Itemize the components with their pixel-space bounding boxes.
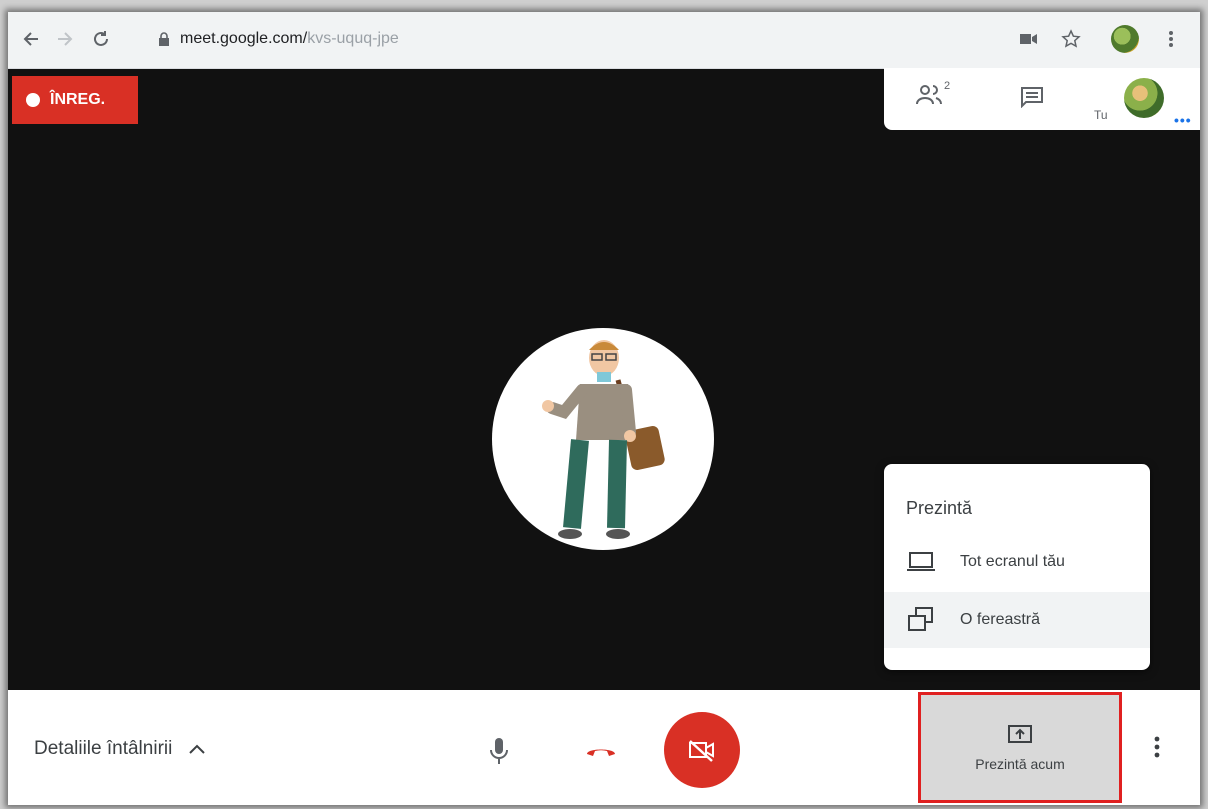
chat-button[interactable] (1020, 86, 1044, 113)
address-bar[interactable]: meet.google.com/kvs-uquq-jpe (158, 22, 1013, 56)
meet-bottom-bar: Detaliile întâlnirii Prezintă acum (8, 690, 1200, 805)
reload-icon (94, 31, 108, 46)
hang-up-icon (587, 749, 615, 756)
present-now-button[interactable]: Prezintă acum (918, 692, 1122, 803)
forward-button[interactable] (52, 26, 78, 52)
self-avatar[interactable] (1124, 78, 1164, 118)
present-now-label: Prezintă acum (975, 755, 1065, 772)
profile-avatar[interactable] (1111, 25, 1139, 53)
browser-window: meet.google.com/kvs-uquq-jpe ÎNREG. 2 Tu… (8, 12, 1200, 805)
laptop-icon (904, 551, 938, 573)
present-menu: Prezintă Tot ecranul tău O fereastră (884, 464, 1150, 670)
chevron-up-icon (189, 744, 206, 754)
window-icon (904, 606, 938, 634)
browser-toolbar: meet.google.com/kvs-uquq-jpe (8, 12, 1200, 69)
chat-icon (1021, 87, 1043, 109)
participant-avatar (492, 328, 714, 550)
camera-off-icon (689, 740, 714, 762)
meeting-details-button[interactable]: Detaliile întâlnirii (34, 738, 206, 760)
arrow-right-icon (58, 32, 73, 46)
present-screen-icon (1008, 724, 1032, 743)
self-label: Tu (1094, 108, 1108, 122)
meet-top-panel: 2 Tu ••• (884, 68, 1200, 130)
bookmark-star-icon[interactable] (1058, 26, 1084, 52)
menu-item-window[interactable]: O fereastră (884, 592, 1150, 648)
person-illustration-icon (542, 340, 665, 539)
reload-button[interactable] (88, 26, 114, 52)
recording-dot-icon (26, 93, 40, 107)
present-menu-title: Prezintă (906, 498, 973, 518)
recording-label: ÎNREG. (50, 91, 106, 108)
more-options-icon[interactable] (1154, 736, 1160, 763)
menu-item-label: Tot ecranul tău (960, 553, 1065, 570)
lock-icon (159, 32, 169, 46)
camera-indicator-icon[interactable] (1016, 26, 1042, 52)
menu-item-label: O fereastră (960, 611, 1041, 628)
browser-menu-icon[interactable] (1158, 26, 1184, 52)
menu-item-entire-screen[interactable]: Tot ecranul tău (884, 534, 1150, 590)
meeting-details-label: Detaliile întâlnirii (34, 738, 173, 759)
arrow-left-icon (23, 32, 38, 46)
hang-up-button[interactable] (584, 742, 618, 763)
people-icon (916, 85, 942, 105)
url-path: kvs-uquq-jpe (307, 30, 399, 47)
back-button[interactable] (18, 26, 44, 52)
participants-count: 2 (944, 80, 951, 92)
people-button[interactable] (916, 84, 944, 111)
url-host: meet.google.com/ (180, 30, 308, 47)
more-dots-icon[interactable]: ••• (1174, 112, 1192, 128)
camera-off-button[interactable] (664, 712, 740, 788)
microphone-icon (490, 738, 508, 764)
microphone-button[interactable] (488, 736, 510, 771)
recording-badge: ÎNREG. (12, 76, 138, 124)
